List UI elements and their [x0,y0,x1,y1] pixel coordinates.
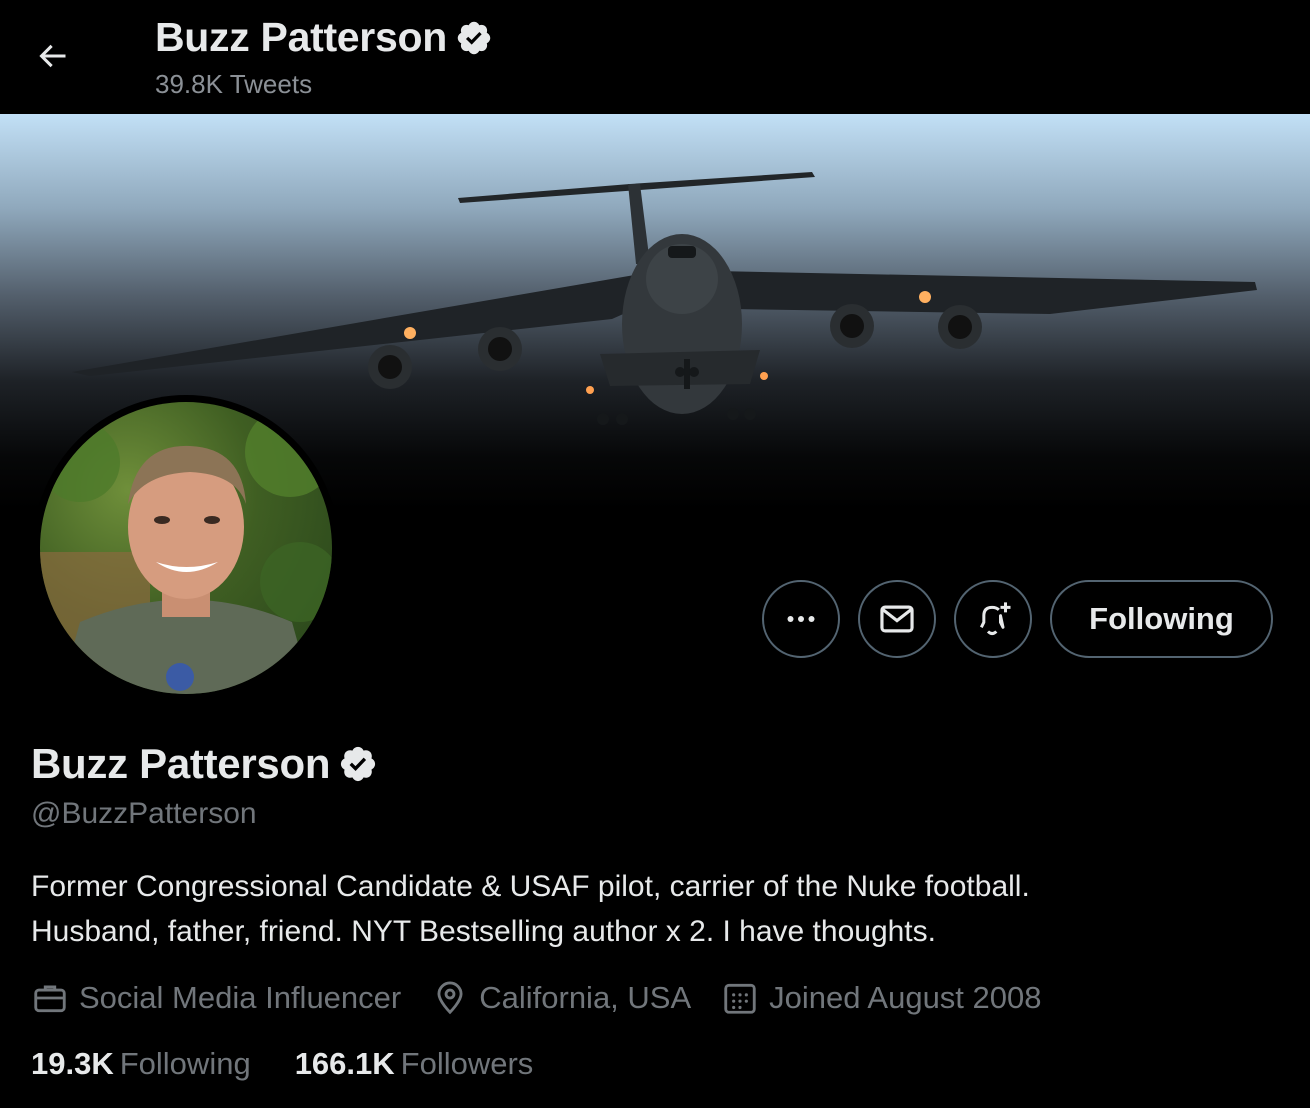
followers-count-link[interactable]: 166.1K Followers [295,1046,534,1082]
arrow-left-icon [39,44,66,68]
profile-display-name: Buzz Patterson [31,740,378,788]
following-count-link[interactable]: 19.3K Following [31,1046,251,1082]
calendar-icon [724,983,756,1014]
location-item: California, USA [431,979,691,1017]
profile-avatar[interactable] [33,395,339,701]
followers-count: 166.1K [294,1046,395,1081]
header-name: Buzz Patterson [155,14,447,60]
back-button[interactable] [22,26,82,86]
message-button[interactable] [858,580,936,658]
following-count: 19.3K [31,1046,114,1081]
more-icon [787,616,815,622]
more-button[interactable] [762,580,840,658]
envelope-icon [880,605,914,633]
verified-badge-icon [457,21,491,54]
profile-meta: Social Media Influencer California, USA … [31,976,1072,1020]
bell-plus-icon [979,602,1011,636]
avatar-photo [40,402,332,694]
location-text: California, USA [479,980,692,1015]
header-title: Buzz Patterson [155,14,493,61]
profile-actions: Following [762,580,1273,658]
profile-stats: 19.3K Following 166.1K Followers [31,1046,577,1082]
profile-header-bar: Buzz Patterson 39.8K Tweets [0,0,1310,114]
profession-text: Social Media Influencer [79,980,402,1015]
notifications-button[interactable] [954,580,1032,658]
bio-line: Former Congressional Candidate & USAF pi… [31,870,1030,903]
followers-label: Followers [400,1046,534,1081]
profession-item: Social Media Influencer [31,979,401,1017]
verified-badge-icon [341,746,376,782]
joined-item: Joined August 2008 [721,979,1042,1017]
location-pin-icon [437,981,463,1015]
briefcase-icon [34,985,66,1013]
profile-name-text: Buzz Patterson [31,740,331,787]
avatar-portrait-image [40,407,332,694]
joined-text: Joined August 2008 [769,980,1042,1015]
profile-handle: @BuzzPatterson [31,797,257,830]
tweet-count: 39.8K Tweets [155,69,313,99]
profile-bio: Former Congressional Candidate & USAF pi… [31,864,1271,954]
bio-line: Husband, father, friend. NYT Bestselling… [31,915,936,948]
following-button[interactable]: Following [1050,580,1273,658]
following-label: Following [119,1046,251,1081]
